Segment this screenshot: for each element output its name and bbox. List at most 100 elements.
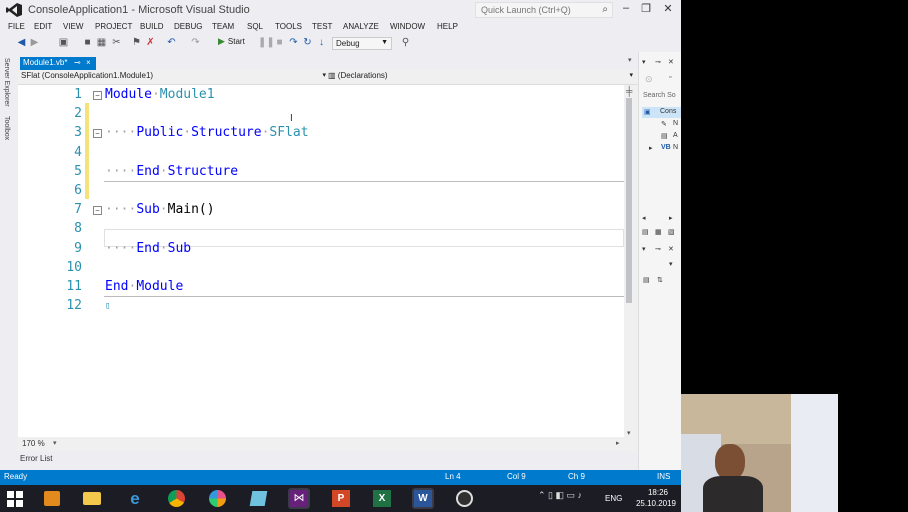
menu-analyze[interactable]: ANALYZE bbox=[343, 22, 379, 31]
menu-edit[interactable]: EDIT bbox=[34, 22, 52, 31]
pause-icon[interactable]: ❚❚ bbox=[258, 37, 275, 48]
stop-icon[interactable]: ■ bbox=[274, 37, 285, 48]
menu-tools[interactable]: TOOLS bbox=[275, 22, 302, 31]
menu-debug[interactable]: DEBUG bbox=[174, 22, 202, 31]
type-dropdown[interactable]: SFlat (ConsoleApplication1.Module1) ▾ bbox=[21, 71, 326, 83]
zoom-level-select[interactable]: 170 % bbox=[22, 439, 45, 448]
line-number: 12 bbox=[66, 298, 82, 313]
collapse-icon[interactable]: − bbox=[93, 91, 102, 100]
clock-date[interactable]: 25.10.2019 bbox=[632, 499, 680, 508]
pin-icon[interactable]: ⊸ bbox=[655, 245, 661, 253]
collapse-icon[interactable]: − bbox=[93, 129, 102, 138]
menu-file[interactable]: FILE bbox=[8, 22, 25, 31]
save-all-icon[interactable]: ▦ bbox=[96, 37, 107, 48]
solution-explorer-tab-icon[interactable]: ▤ bbox=[642, 228, 649, 236]
find-in-files-icon[interactable]: ⚲ bbox=[400, 37, 411, 48]
cut-icon[interactable]: ✂ bbox=[111, 37, 122, 48]
categorized-icon[interactable]: ▤ bbox=[643, 276, 650, 284]
pin-icon[interactable]: ⊸ bbox=[74, 58, 81, 67]
step-into-icon[interactable]: ↓ bbox=[316, 37, 327, 48]
maximize-button[interactable]: ❐ bbox=[637, 2, 655, 18]
close-icon[interactable]: ✕ bbox=[668, 245, 674, 253]
scroll-down-icon[interactable]: ▾ bbox=[627, 429, 631, 437]
chrome-icon[interactable] bbox=[166, 488, 188, 509]
start-button[interactable]: ▶ Start bbox=[218, 36, 245, 50]
collapse-icon[interactable]: − bbox=[93, 206, 102, 215]
error-list-tab[interactable]: Error List bbox=[20, 454, 52, 463]
chevron-down-icon[interactable]: ▾ bbox=[642, 245, 646, 253]
tree-item-selected[interactable]: ▣ Cons bbox=[642, 107, 682, 118]
quick-launch-input[interactable]: Quick Launch (Ctrl+Q) ⌕ bbox=[475, 2, 613, 18]
file-explorer-icon[interactable] bbox=[81, 488, 103, 509]
step-over-icon[interactable]: ↷ bbox=[288, 37, 299, 48]
undo-icon[interactable]: ↶ bbox=[166, 37, 177, 48]
split-icon[interactable]: ╪ bbox=[626, 86, 632, 96]
insert-mode-indicator: INS bbox=[657, 472, 671, 481]
code-line-1: Module·Module1 bbox=[105, 87, 215, 102]
visual-studio-taskbar-icon[interactable]: ⋈ bbox=[288, 488, 310, 509]
language-indicator[interactable]: ENG bbox=[605, 494, 622, 503]
minimize-button[interactable]: – bbox=[617, 2, 635, 18]
tree-item-label[interactable]: N bbox=[673, 120, 678, 127]
save-icon[interactable]: ■ bbox=[82, 37, 93, 48]
close-icon[interactable]: ✕ bbox=[668, 58, 674, 66]
menu-project[interactable]: PROJECT bbox=[95, 22, 132, 31]
windows-start-icon[interactable] bbox=[7, 491, 23, 507]
new-project-icon[interactable]: ▣ bbox=[58, 37, 69, 48]
tab-overflow-icon[interactable]: ▾ bbox=[628, 56, 632, 64]
excel-icon[interactable]: X bbox=[371, 488, 393, 509]
class-view-tab-icon[interactable]: ▧ bbox=[668, 228, 675, 236]
alphabetical-icon[interactable]: ⇅ bbox=[657, 276, 663, 284]
server-explorer-tab[interactable]: Server Explorer bbox=[3, 58, 10, 107]
wrench-icon: ✎ bbox=[661, 121, 667, 128]
menu-test[interactable]: TEST bbox=[312, 22, 332, 31]
scroll-right-icon[interactable]: ▸ bbox=[669, 214, 673, 222]
menu-help[interactable]: HELP bbox=[437, 22, 458, 31]
comment-icon[interactable]: ⚑ bbox=[131, 37, 142, 48]
home-icon[interactable]: ⊙ bbox=[645, 74, 653, 85]
solution-explorer-panel: ▾ ⊸ ✕ ⊙ ▫ Search So ▣ Cons ✎ N ▤ A ▸ VB … bbox=[638, 52, 682, 470]
toolbox-tab[interactable]: Toolbox bbox=[3, 116, 10, 140]
pin-icon[interactable]: ⊸ bbox=[655, 58, 661, 66]
powerpoint-icon[interactable]: P bbox=[330, 488, 352, 509]
vertical-scroll-thumb[interactable] bbox=[626, 98, 632, 303]
redo-icon[interactable]: ↷ bbox=[190, 37, 201, 48]
restart-icon[interactable]: ↻ bbox=[302, 37, 313, 48]
menu-view[interactable]: VIEW bbox=[63, 22, 83, 31]
chevron-down-icon[interactable]: ▾ bbox=[669, 260, 673, 268]
scroll-right-icon[interactable]: ▸ bbox=[616, 439, 620, 447]
internet-explorer-icon[interactable]: e bbox=[124, 488, 146, 509]
column-indicator: Col 9 bbox=[507, 472, 526, 481]
collapse-all-icon[interactable]: ▫ bbox=[669, 74, 671, 81]
notepad-icon[interactable] bbox=[248, 488, 270, 509]
scroll-left-icon[interactable]: ◂ bbox=[642, 214, 646, 222]
menu-build[interactable]: BUILD bbox=[140, 22, 164, 31]
code-editor[interactable]: 1 2 3 4 5 6 7 8 9 10 11 12 − − − Module·… bbox=[18, 85, 625, 437]
menu-sql[interactable]: SQL bbox=[247, 22, 263, 31]
tree-item-label[interactable]: A bbox=[673, 132, 678, 139]
expand-icon[interactable]: ▸ bbox=[649, 144, 653, 152]
menu-team[interactable]: TEAM bbox=[212, 22, 234, 31]
team-explorer-tab-icon[interactable]: ▦ bbox=[655, 228, 662, 236]
back-icon[interactable]: ◀ bbox=[16, 37, 27, 48]
system-tray-icons[interactable]: ⌃ ▯ ◧ ▭ ♪ bbox=[538, 490, 582, 501]
obs-icon[interactable] bbox=[454, 488, 476, 509]
uncomment-icon[interactable]: ✗ bbox=[145, 37, 156, 48]
menu-window[interactable]: WINDOW bbox=[390, 22, 425, 31]
horizontal-scrollbar[interactable] bbox=[18, 437, 638, 451]
tree-item-label[interactable]: N bbox=[673, 144, 678, 151]
chevron-down-icon[interactable]: ▾ bbox=[642, 58, 646, 66]
outlook-icon[interactable] bbox=[41, 488, 63, 509]
tab-module1[interactable]: Module1.vb* ⊸ × bbox=[20, 57, 96, 70]
close-tab-icon[interactable]: × bbox=[86, 58, 91, 67]
close-button[interactable]: ✕ bbox=[659, 2, 677, 18]
clock-time[interactable]: 18:26 bbox=[638, 488, 678, 497]
search-solution-input[interactable]: Search So bbox=[643, 92, 676, 99]
photos-icon[interactable] bbox=[207, 488, 229, 509]
solution-configuration-select[interactable]: Debug ▼ bbox=[332, 37, 392, 50]
member-dropdown[interactable]: ▥ (Declarations) ▾ bbox=[328, 71, 633, 83]
chevron-down-icon[interactable]: ▾ bbox=[53, 439, 57, 447]
word-icon[interactable]: W bbox=[412, 488, 434, 509]
forward-icon[interactable]: ▶ bbox=[29, 37, 40, 48]
document-tab-strip bbox=[18, 52, 638, 70]
